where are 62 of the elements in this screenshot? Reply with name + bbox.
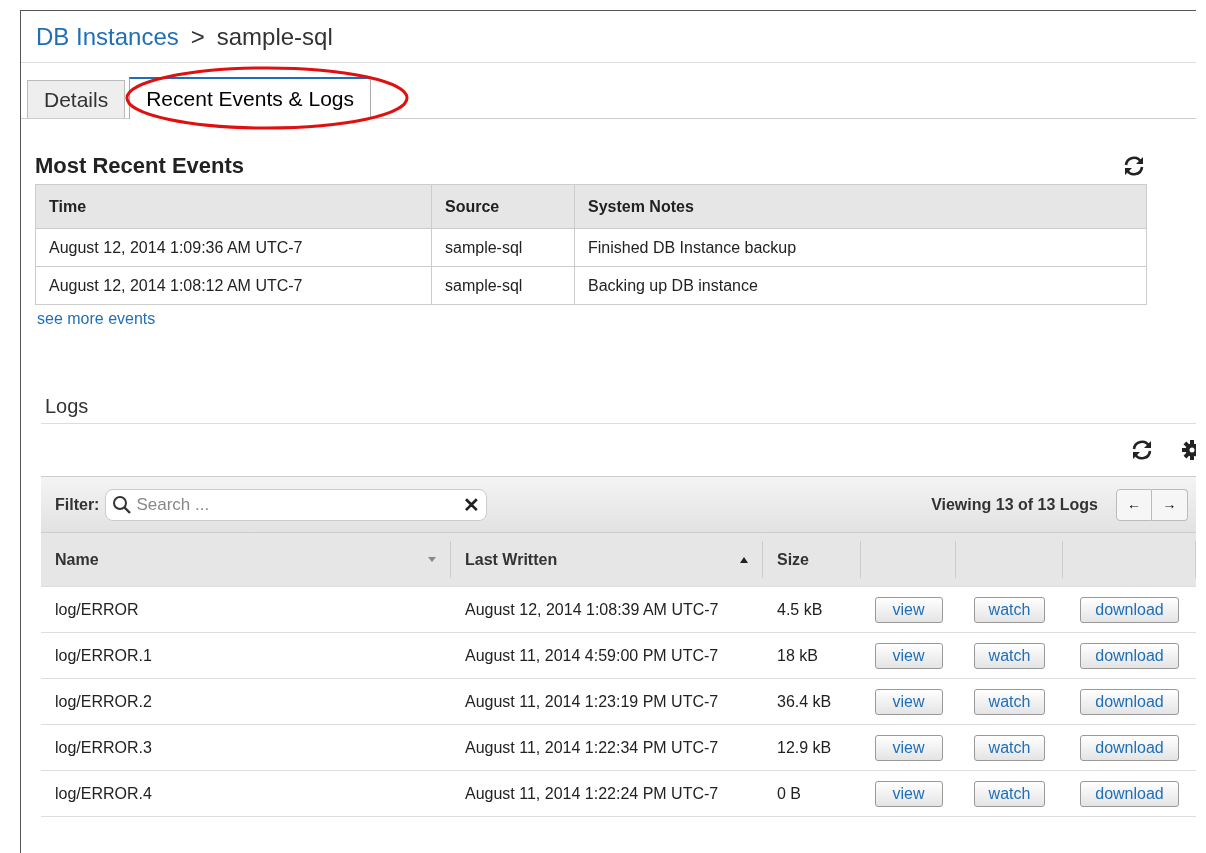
table-cell: Backing up DB instance bbox=[574, 266, 1147, 305]
refresh-icon[interactable] bbox=[1122, 154, 1146, 177]
action-button[interactable]: download bbox=[1080, 688, 1179, 715]
action-button[interactable]: watch bbox=[973, 596, 1046, 623]
log-size: 0 B bbox=[777, 784, 801, 802]
column-header: Source bbox=[431, 184, 575, 229]
sort-down-icon[interactable] bbox=[428, 557, 436, 562]
column-header[interactable]: Size bbox=[777, 547, 809, 572]
action-button[interactable]: view bbox=[874, 688, 943, 715]
see-more-link[interactable]: see more events bbox=[37, 307, 156, 331]
last-written: August 11, 2014 1:22:34 PM UTC-7 bbox=[465, 738, 719, 756]
next-page-button[interactable]: → bbox=[1152, 488, 1188, 521]
column-header: Time bbox=[35, 184, 432, 229]
action-button[interactable]: watch bbox=[973, 734, 1046, 761]
log-size: 36.4 kB bbox=[777, 692, 832, 710]
previous-page-button[interactable]: ← bbox=[1116, 488, 1152, 521]
log-size: 4.5 kB bbox=[777, 600, 823, 618]
log-name: log/ERROR.3 bbox=[55, 738, 152, 756]
column-header[interactable]: Name bbox=[55, 547, 99, 572]
settings-icon[interactable] bbox=[1182, 440, 1196, 460]
action-button[interactable]: view bbox=[874, 596, 943, 623]
breadcrumb-link[interactable]: DB Instances bbox=[36, 18, 179, 55]
action-button[interactable]: view bbox=[874, 642, 943, 669]
column-header[interactable]: Last Written bbox=[465, 547, 558, 572]
table-cell: Finished DB Instance backup bbox=[574, 228, 1147, 267]
column-header: System Notes bbox=[574, 184, 1147, 229]
section-title: Most Recent Events bbox=[35, 152, 245, 180]
section-title: Logs bbox=[45, 395, 89, 417]
log-name: log/ERROR.4 bbox=[55, 784, 152, 802]
log-size: 12.9 kB bbox=[777, 738, 832, 756]
table-cell: August 12, 2014 1:08:12 AM UTC-7 bbox=[35, 266, 432, 305]
sort-up-icon[interactable] bbox=[740, 556, 748, 563]
log-name: log/ERROR.1 bbox=[55, 646, 152, 664]
log-name: log/ERROR bbox=[55, 600, 139, 618]
clear-button[interactable]: ✕ bbox=[463, 489, 481, 520]
action-button[interactable]: download bbox=[1080, 642, 1179, 669]
breadcrumb-separator: > bbox=[190, 21, 205, 52]
refresh-icon[interactable] bbox=[1130, 439, 1154, 461]
tab[interactable]: Recent Events & Logs bbox=[129, 77, 371, 119]
search-icon bbox=[112, 494, 133, 515]
action-button[interactable]: download bbox=[1080, 734, 1179, 761]
table-cell: sample-sql bbox=[431, 266, 575, 305]
action-button[interactable]: watch bbox=[973, 688, 1046, 715]
viewing-count: Viewing 13 of 13 Logs bbox=[931, 494, 1098, 515]
table-cell: sample-sql bbox=[431, 228, 575, 267]
log-size: 18 kB bbox=[777, 646, 818, 664]
table-cell: August 12, 2014 1:09:36 AM UTC-7 bbox=[35, 228, 432, 267]
last-written: August 12, 2014 1:08:39 AM UTC-7 bbox=[465, 600, 719, 618]
action-button[interactable]: view bbox=[874, 780, 943, 807]
action-button[interactable]: watch bbox=[973, 642, 1046, 669]
last-written: August 11, 2014 1:23:19 PM UTC-7 bbox=[465, 692, 719, 710]
action-button[interactable]: watch bbox=[973, 780, 1046, 807]
tab[interactable]: Details bbox=[27, 80, 126, 118]
action-button[interactable]: download bbox=[1080, 596, 1179, 623]
filter-label: Filter: bbox=[55, 494, 100, 515]
breadcrumb-current: sample-sql bbox=[216, 21, 333, 52]
search-field[interactable]: Search ... ✕ bbox=[105, 488, 488, 521]
action-button[interactable]: view bbox=[874, 734, 943, 761]
action-button[interactable]: download bbox=[1080, 780, 1179, 807]
log-name: log/ERROR.2 bbox=[55, 692, 152, 710]
last-written: August 11, 2014 1:22:24 PM UTC-7 bbox=[465, 784, 719, 802]
last-written: August 11, 2014 4:59:00 PM UTC-7 bbox=[465, 646, 719, 664]
